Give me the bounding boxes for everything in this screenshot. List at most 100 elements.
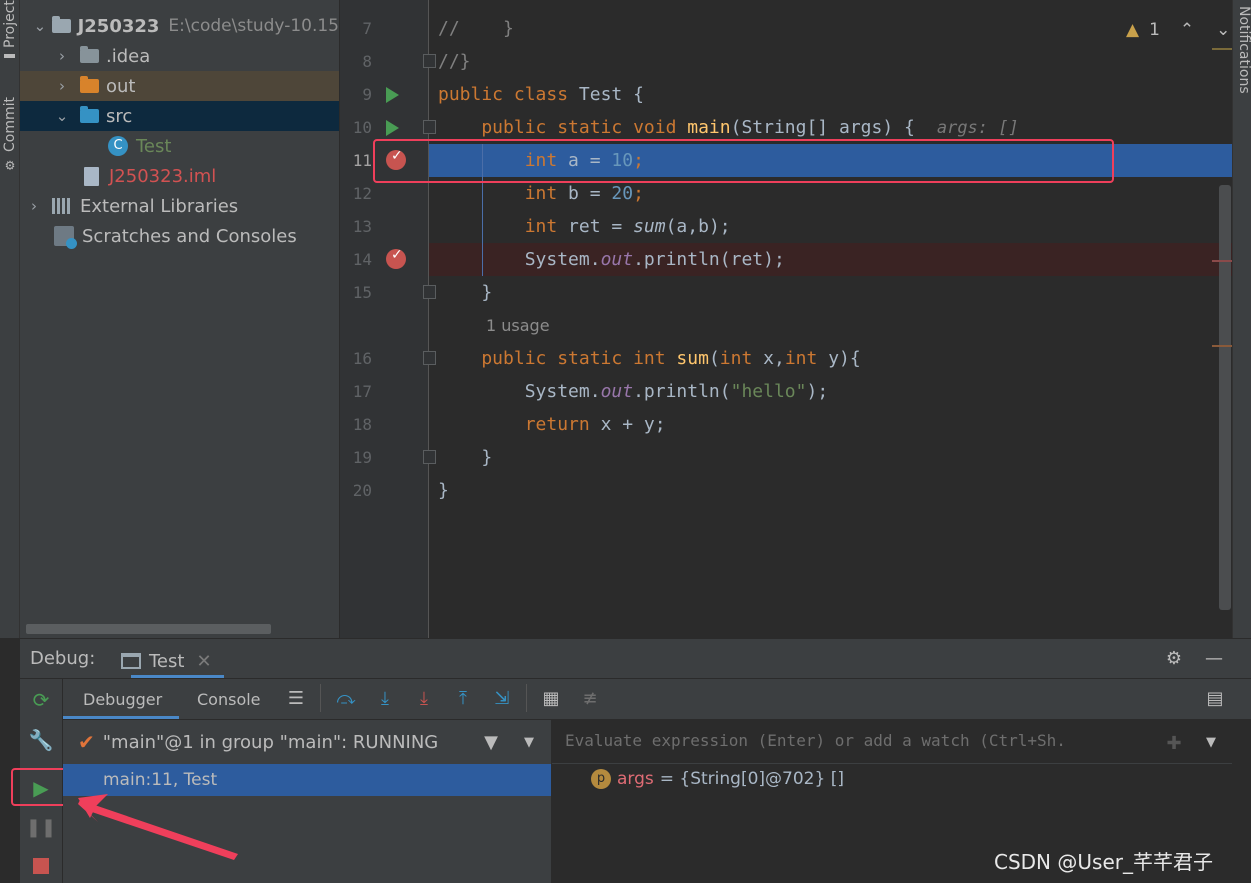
- variable-row[interactable]: p args = {String[0]@702} []: [591, 769, 844, 789]
- layout-menu-icon[interactable]: ☰: [284, 686, 308, 710]
- watermark: CSDN @User_芊芊君子: [994, 850, 1213, 874]
- run-class-icon[interactable]: [386, 87, 399, 103]
- line-number: 7: [362, 19, 372, 38]
- stop-icon[interactable]: [28, 853, 54, 879]
- left-tool-strip: Project ⚙ Commit: [0, 0, 20, 638]
- code-line-7: // }: [438, 18, 514, 39]
- annotation-arrow: [78, 794, 238, 860]
- code-line-14: System.out.println(ret);: [438, 249, 785, 270]
- step-into-icon[interactable]: ⤓: [373, 686, 397, 710]
- horizontal-scrollbar[interactable]: [26, 624, 271, 634]
- commit-tab-label: Commit: [2, 97, 18, 152]
- code-line-15: }: [438, 282, 493, 303]
- right-tool-strip: Notifications: [1232, 0, 1251, 638]
- tree-item-label: J250323: [77, 15, 160, 37]
- chevron-down-icon[interactable]: ▼: [518, 731, 540, 753]
- tree-item-out[interactable]: › out: [20, 71, 339, 101]
- fold-icon[interactable]: [423, 54, 436, 68]
- chevron-down-icon[interactable]: ⌄: [32, 17, 48, 35]
- parameter-icon: p: [591, 769, 611, 789]
- layout-settings-icon[interactable]: ▤: [1203, 686, 1227, 710]
- code-line-16: public static int sum(int x,int y){: [438, 348, 861, 369]
- folder-icon: [4, 53, 16, 58]
- warning-icon: ▲: [1126, 20, 1140, 40]
- commit-tool-tab[interactable]: ⚙ Commit: [1, 92, 19, 172]
- chevron-right-icon[interactable]: ›: [26, 197, 42, 215]
- notifications-tab-label: Notifications: [1236, 6, 1251, 94]
- evaluate-expression-icon[interactable]: ▦: [539, 686, 563, 710]
- tree-item-label: .idea: [106, 45, 151, 67]
- project-tool-tab[interactable]: Project: [1, 0, 19, 58]
- line-number: 11: [352, 151, 372, 170]
- filter-icon[interactable]: ▼: [480, 731, 502, 753]
- tree-item-scratches[interactable]: Scratches and Consoles: [20, 221, 339, 251]
- tree-item-idea[interactable]: › .idea: [20, 41, 339, 71]
- scroll-marker: [1212, 345, 1232, 347]
- line-number: 13: [352, 217, 372, 236]
- inspection-widget[interactable]: ▲ 1 ⌃ ⌄: [1126, 20, 1230, 40]
- gear-icon[interactable]: ⚙: [1162, 646, 1186, 670]
- code-line-19: }: [438, 447, 493, 468]
- vertical-scrollbar[interactable]: [1219, 185, 1231, 610]
- console-window-icon: [121, 653, 141, 669]
- folder-icon: [80, 46, 99, 63]
- run-main-icon[interactable]: [386, 120, 399, 136]
- commit-icon: ⚙: [3, 158, 17, 172]
- line-number: 15: [352, 283, 372, 302]
- rerun-icon[interactable]: ⟳: [28, 687, 54, 713]
- chevron-down-icon[interactable]: ⌄: [54, 107, 70, 125]
- notifications-tool-tab[interactable]: Notifications: [1235, 6, 1251, 116]
- pause-icon[interactable]: ❚❚: [26, 814, 56, 840]
- source-folder-icon: [80, 106, 99, 123]
- toolbar-separator: [320, 684, 321, 712]
- tree-item-test-class[interactable]: C Test: [20, 131, 339, 161]
- excluded-folder-icon: [80, 76, 99, 93]
- fold-icon[interactable]: [423, 351, 436, 365]
- tree-item-label: src: [106, 105, 133, 127]
- scratches-icon: [54, 226, 77, 249]
- chevron-down-icon[interactable]: ▼: [1200, 731, 1222, 753]
- code-line-18: return x + y;: [438, 414, 666, 435]
- debug-title: Debug:: [30, 648, 96, 669]
- thread-status: "main"@1 in group "main": RUNNING: [102, 731, 439, 753]
- step-out-icon[interactable]: ⤒: [451, 686, 475, 710]
- chevron-up-icon[interactable]: ⌃: [1180, 20, 1194, 40]
- thread-selector[interactable]: ✔ "main"@1 in group "main": RUNNING: [78, 730, 438, 754]
- fold-icon[interactable]: [423, 120, 436, 134]
- wrench-icon[interactable]: 🔧: [28, 727, 54, 753]
- project-tab-label: Project: [2, 0, 18, 48]
- line-number: 9: [362, 85, 372, 104]
- force-step-into-icon[interactable]: ⤓: [412, 686, 436, 710]
- step-over-icon[interactable]: ⤼: [334, 686, 358, 710]
- code-line-8: //}: [438, 51, 471, 72]
- chevron-right-icon[interactable]: ›: [54, 47, 70, 65]
- gutter-divider: [428, 0, 429, 638]
- divider: [552, 763, 1232, 764]
- chevron-right-icon[interactable]: ›: [54, 77, 70, 95]
- run-to-cursor-icon[interactable]: ⇲: [490, 686, 514, 710]
- breakpoint-icon[interactable]: [386, 247, 406, 269]
- close-icon[interactable]: ✕: [196, 651, 211, 672]
- tree-item-label: J250323.iml: [109, 165, 217, 187]
- line-number: 10: [352, 118, 372, 137]
- chevron-down-icon[interactable]: ⌄: [1216, 20, 1230, 40]
- debug-session-tab[interactable]: Test ✕: [121, 646, 212, 676]
- code-line-17: System.out.println("hello");: [438, 381, 829, 402]
- fold-icon[interactable]: [423, 285, 436, 299]
- warning-count: 1: [1149, 20, 1160, 40]
- usage-hint[interactable]: 1 usage: [486, 309, 550, 342]
- tree-item-project-root[interactable]: ⌄ J250323 E:\code\study-10.15: [20, 11, 339, 41]
- trace-stream-icon[interactable]: ≢: [578, 686, 602, 710]
- minimize-icon[interactable]: —: [1202, 646, 1226, 670]
- tab-console[interactable]: Console: [197, 690, 261, 709]
- evaluate-expression-input[interactable]: Evaluate expression (Enter) or add a wat…: [565, 731, 1066, 750]
- tab-debugger[interactable]: Debugger: [83, 690, 162, 709]
- fold-icon[interactable]: [423, 450, 436, 464]
- add-watch-icon[interactable]: ✚: [1162, 731, 1186, 755]
- tree-item-external-libraries[interactable]: › External Libraries: [20, 191, 339, 221]
- variable-name: args: [617, 769, 654, 789]
- tree-item-iml[interactable]: J250323.iml: [20, 161, 339, 191]
- line-number: 12: [352, 184, 372, 203]
- check-icon: ✔: [78, 730, 95, 754]
- tree-item-src[interactable]: ⌄ src: [20, 101, 339, 131]
